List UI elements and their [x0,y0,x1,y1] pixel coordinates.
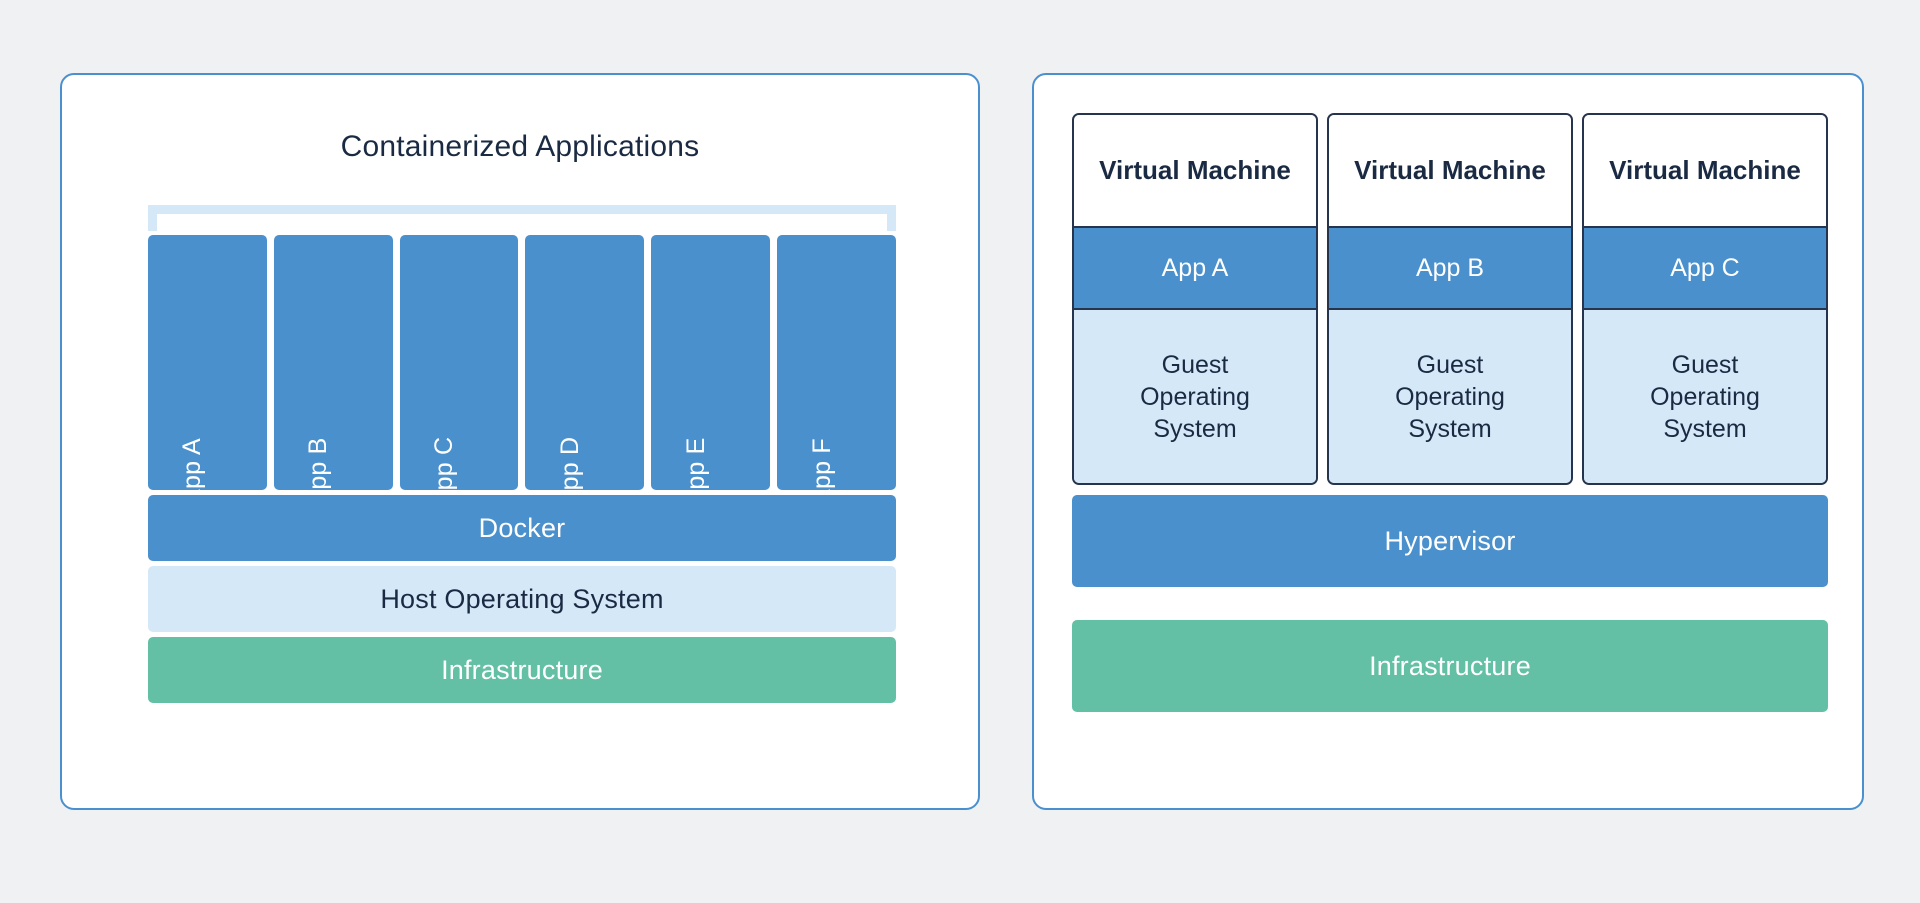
virtual-machine-card-2[interactable]: Virtual Machine App B Guest Operating Sy… [1327,113,1573,485]
infrastructure-layer-vms[interactable]: Infrastructure [1072,620,1828,712]
guest-os-line: System [1153,414,1237,443]
virtual-machine-card-1[interactable]: Virtual Machine App A Guest Operating Sy… [1072,113,1318,485]
app-container-b[interactable]: App B [273,235,393,507]
app-container-a[interactable]: App A [148,235,267,506]
docker-layer[interactable]: Docker [148,495,896,561]
guest-os-line: System [1408,414,1492,443]
guest-operating-system: Guest Operating System [1329,310,1571,483]
hypervisor-layer[interactable]: Hypervisor [1072,495,1828,587]
containerized-applications-bracket [148,205,896,231]
virtual-machine-row: Virtual Machine App A Guest Operating Sy… [1072,113,1828,485]
guest-operating-system: Guest Operating System [1074,310,1316,483]
containers-panel: Containerized Applications App A App B A… [60,73,980,810]
virtual-machine-app: App C [1584,226,1826,310]
guest-os-line: Operating [1140,382,1250,411]
guest-os-line: Operating [1650,382,1760,411]
app-container-strip: App A App B App C App D App E App F [148,235,896,507]
virtual-machine-card-3[interactable]: Virtual Machine App C Guest Operating Sy… [1582,113,1828,485]
virtual-machine-title: Virtual Machine [1329,115,1571,226]
virtual-machine-title: Virtual Machine [1074,115,1316,226]
host-operating-system-layer[interactable]: Host Operating System [148,566,896,632]
virtual-machine-app: App A [1074,226,1316,310]
containers-panel-title: Containerized Applications [340,130,700,163]
virtual-machine-title: Virtual Machine [1584,115,1826,226]
bracket-stub-right [887,205,896,231]
infrastructure-layer-containers[interactable]: Infrastructure [148,637,896,703]
guest-os-line: Guest [1671,350,1739,379]
bracket-bar [148,205,896,214]
guest-os-line: Guest [1416,350,1484,379]
guest-operating-system: Guest Operating System [1584,310,1826,483]
bracket-stub-left [148,205,157,231]
guest-os-line: Operating [1395,382,1505,411]
app-container-e[interactable]: App E [651,235,771,507]
guest-os-line: System [1663,414,1747,443]
virtual-machine-app: App B [1329,226,1571,310]
app-container-c[interactable]: App C [399,235,519,507]
diagram-canvas: Containerized Applications App A App B A… [0,0,1920,903]
virtual-machines-panel: Virtual Machine App A Guest Operating Sy… [1032,73,1864,810]
guest-os-line: Guest [1161,350,1229,379]
app-container-d[interactable]: App D [525,235,645,507]
app-container-f[interactable]: App F [777,235,896,506]
